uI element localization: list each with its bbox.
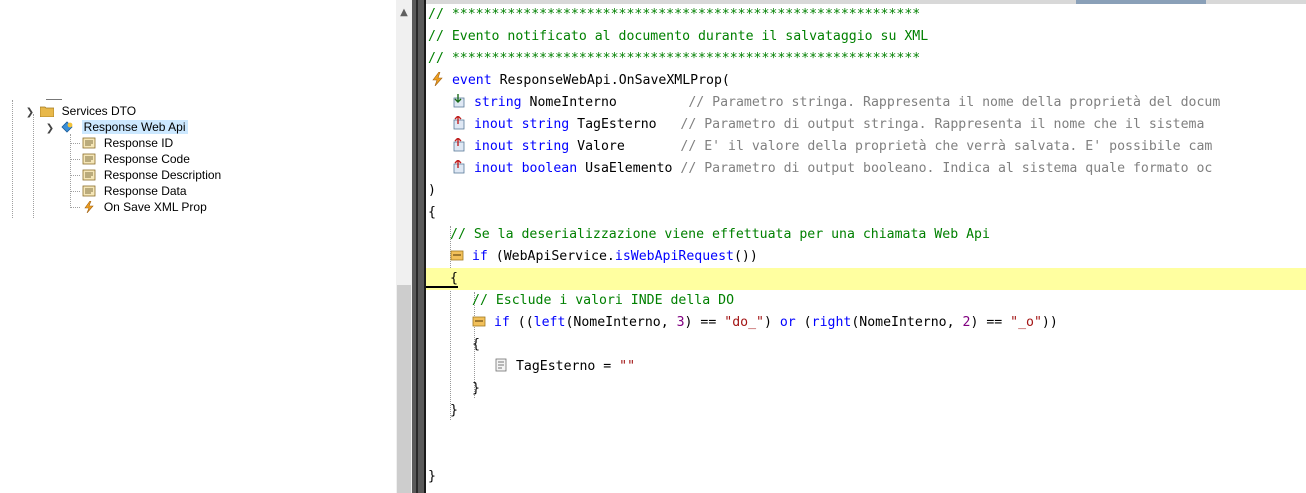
tree-item-services-dto[interactable]: ❯ Services DTO — [24, 103, 136, 119]
code-line: ) — [428, 183, 436, 198]
tree-guide — [12, 100, 13, 218]
panel-splitter[interactable] — [412, 0, 424, 493]
scrollbar-thumb[interactable] — [397, 285, 411, 493]
tree-item-response-id[interactable]: Response ID — [82, 135, 173, 151]
code-editor[interactable]: // *************************************… — [424, 0, 1306, 493]
code-line: } — [472, 381, 480, 396]
chevron-down-icon[interactable]: ❯ — [44, 121, 56, 137]
code-line: } — [428, 469, 436, 484]
property-icon — [82, 153, 96, 165]
property-icon — [82, 169, 96, 181]
web-api-icon — [61, 121, 73, 133]
code-line-param: inout boolean UsaElemento // Parametro d… — [452, 158, 1306, 180]
current-line: { — [426, 268, 1306, 290]
chevron-down-icon[interactable]: ❯ — [24, 105, 36, 121]
tree-scrollbar[interactable]: ▲ — [396, 0, 412, 493]
code-line: // *************************************… — [428, 51, 921, 66]
project-tree: ❯ Services DTO ❯ Response Web Api Respon… — [0, 0, 396, 493]
property-icon — [82, 185, 96, 197]
code-line: { — [472, 337, 480, 352]
tree-item-label: Response Description — [103, 168, 222, 182]
code-line-if: if (WebApiService.isWebApiRequest()) — [450, 246, 1306, 268]
tree-item-on-save-xml-prop[interactable]: On Save XML Prop — [82, 199, 207, 215]
tree-item-label: Response ID — [103, 136, 174, 150]
property-icon — [82, 137, 96, 149]
code-line: { — [428, 205, 436, 220]
statement-icon — [495, 358, 507, 372]
code-line-if: if ((left(NomeInterno, 3) == "do_") or (… — [472, 312, 1306, 334]
tree-separator — [46, 99, 62, 100]
tree-item-label: Services DTO — [61, 104, 137, 118]
if-block-icon — [472, 316, 486, 327]
code-line: // Evento notificato al documento durant… — [428, 29, 929, 44]
event-icon — [432, 72, 443, 86]
tree-item-response-web-api[interactable]: ❯ Response Web Api — [44, 119, 188, 135]
code-line: } — [450, 403, 458, 418]
code-line-comment: // Esclude i valori INDE della DO — [472, 293, 735, 308]
tree-item-response-data[interactable]: Response Data — [82, 183, 187, 199]
if-block-icon — [450, 250, 464, 261]
code-line-param: inout string TagEsterno // Parametro di … — [452, 114, 1306, 136]
folder-icon — [39, 106, 54, 117]
code-line-param: inout string Valore // E' il valore dell… — [452, 136, 1306, 158]
parameter-in-icon — [453, 94, 465, 108]
code-line-comment: // Se la deserializzazione viene effettu… — [450, 227, 990, 242]
code-line-event: event ResponseWebApi.OnSaveXMLProp( — [430, 70, 1306, 92]
scroll-up-icon[interactable]: ▲ — [396, 6, 412, 20]
tree-item-label: Response Code — [103, 152, 190, 166]
code-line: // *************************************… — [428, 7, 921, 22]
code-line: { — [426, 271, 458, 288]
tree-item-label: Response Data — [103, 184, 187, 198]
code-line-assign: TagEsterno = "" — [494, 356, 1306, 378]
tree-item-label: Response Web Api — [81, 120, 188, 134]
parameter-inout-icon — [453, 160, 465, 174]
tree-guide — [33, 114, 34, 218]
code-line-param: string NomeInterno // Parametro stringa.… — [452, 92, 1306, 114]
event-icon — [84, 201, 94, 213]
tree-item-response-description[interactable]: Response Description — [82, 167, 221, 183]
tree-item-label: On Save XML Prop — [103, 200, 207, 214]
parameter-inout-icon — [453, 138, 465, 152]
tree-item-response-code[interactable]: Response Code — [82, 151, 190, 167]
parameter-inout-icon — [453, 116, 465, 130]
tree-guide — [70, 134, 71, 206]
